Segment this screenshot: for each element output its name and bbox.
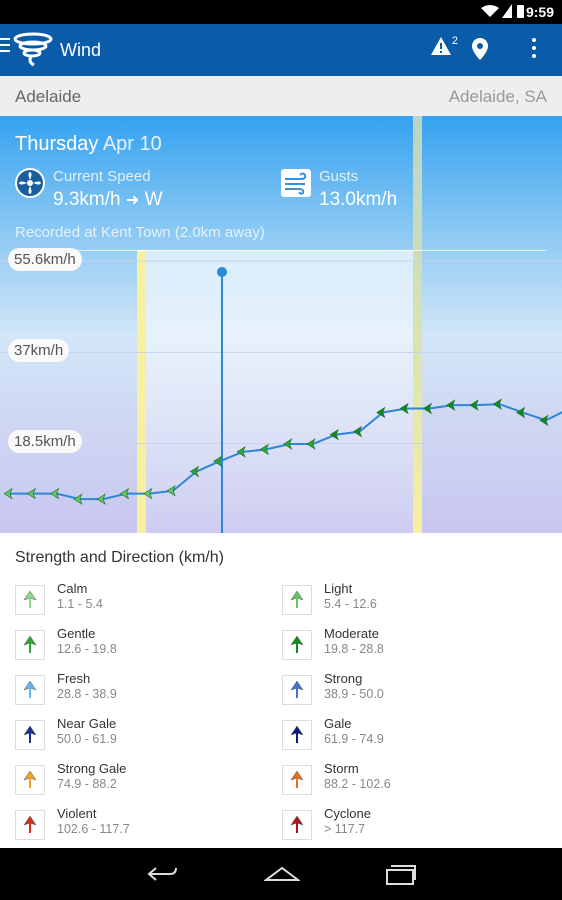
location-bar[interactable]: Adelaide Adelaide, SA (0, 76, 562, 116)
legend-title: Strength and Direction (km/h) (15, 549, 224, 566)
y-tick-label: 37km/h (8, 339, 70, 363)
legend-item-name: Violent (57, 806, 97, 821)
legend-item-name: Gentle (57, 626, 96, 641)
y-tick-label: 18.5km/h (8, 430, 82, 454)
kite-arrow-icon (15, 765, 45, 795)
legend-item-range: 12.6 - 19.8 (57, 642, 117, 656)
legend-item: Light 5.4 - 12.6 (282, 581, 542, 621)
kite-arrow-icon (15, 585, 45, 615)
legend-item-range: 88.2 - 102.6 (324, 777, 391, 791)
kite-arrow-icon (15, 675, 45, 705)
legend-item: Gale 61.9 - 74.9 (282, 716, 542, 756)
wind-speed-line (10, 403, 562, 501)
battery-icon (517, 5, 524, 18)
kite-arrow-icon (282, 630, 312, 660)
legend-item: Gentle 12.6 - 19.8 (15, 626, 275, 666)
legend-item-name: Strong Gale (57, 761, 127, 776)
kite-arrow-icon (282, 585, 312, 615)
legend-item: Moderate 19.8 - 28.8 (282, 626, 542, 666)
kite-arrow-icon (15, 630, 45, 660)
legend-item: Storm 88.2 - 102.6 (282, 761, 542, 801)
navigation-bar (0, 848, 562, 900)
kite-arrow-icon (15, 720, 45, 750)
legend-item: Violent 102.6 - 117.7 (15, 806, 275, 846)
kite-arrow-icon (15, 810, 45, 840)
legend-item: Near Gale 50.0 - 61.9 (15, 716, 275, 756)
legend-item-name: Gale (324, 716, 352, 731)
app-bar: Wind 2 (0, 24, 562, 76)
menu-icon[interactable] (0, 38, 10, 56)
location-region: Adelaide, SA (448, 87, 547, 106)
legend-item-range: 50.0 - 61.9 (57, 732, 117, 746)
overflow-menu-icon[interactable] (532, 38, 536, 62)
warning-count: 2 (451, 35, 458, 47)
legend-item-range: 1.1 - 5.4 (57, 597, 103, 611)
legend-item-name: Cyclone (324, 806, 371, 821)
clock: 9:59 (525, 4, 554, 20)
wind-logo-icon[interactable] (12, 32, 54, 71)
legend-item-range: 38.9 - 50.0 (324, 687, 384, 701)
back-button-icon[interactable] (146, 862, 178, 891)
recents-button-icon[interactable] (385, 862, 417, 891)
time-cursor-handle[interactable] (217, 267, 227, 277)
kite-arrow-icon (282, 720, 312, 750)
legend-item-range: 74.9 - 88.2 (57, 777, 117, 791)
wind-panel: Thursday Apr 10 Current Speed 9.3km/h ➜ … (0, 116, 562, 533)
legend-item: Fresh 28.8 - 38.9 (15, 671, 275, 711)
legend-item-name: Moderate (324, 626, 379, 641)
legend-item-name: Strong (324, 671, 363, 686)
status-bar: 9:59 (0, 0, 562, 24)
wifi-icon (480, 4, 500, 21)
legend-item: Cyclone > 117.7 (282, 806, 542, 846)
location-name: Adelaide (15, 87, 82, 106)
legend-item-name: Near Gale (57, 716, 117, 731)
legend-item-name: Light (324, 581, 353, 596)
legend-item-name: Storm (324, 761, 359, 776)
legend-item-range: 61.9 - 74.9 (324, 732, 384, 746)
legend-item-name: Fresh (57, 671, 91, 686)
kite-arrow-icon (282, 765, 312, 795)
legend-item-range: > 117.7 (324, 822, 366, 836)
legend: Strength and Direction (km/h) Calm 1.1 -… (0, 533, 562, 848)
kite-arrow-icon (282, 810, 312, 840)
legend-item-range: 5.4 - 12.6 (324, 597, 377, 611)
legend-item-name: Calm (57, 581, 88, 596)
legend-item: Strong Gale 74.9 - 88.2 (15, 761, 275, 801)
kite-arrow-icon (282, 675, 312, 705)
signal-icon (502, 4, 512, 21)
location-pin-icon[interactable] (472, 38, 488, 65)
legend-item: Calm 1.1 - 5.4 (15, 581, 275, 621)
legend-item-range: 102.6 - 117.7 (57, 822, 130, 836)
legend-item-range: 19.8 - 28.8 (324, 642, 384, 656)
app-title: Wind (60, 40, 102, 60)
home-button-icon[interactable] (263, 862, 301, 891)
y-tick-label: 55.6km/h (8, 247, 82, 271)
legend-item-range: 28.8 - 38.9 (57, 687, 117, 701)
warning-icon[interactable] (430, 36, 452, 61)
legend-item: Strong 38.9 - 50.0 (282, 671, 542, 711)
wind-speed-chart[interactable] (0, 116, 562, 533)
